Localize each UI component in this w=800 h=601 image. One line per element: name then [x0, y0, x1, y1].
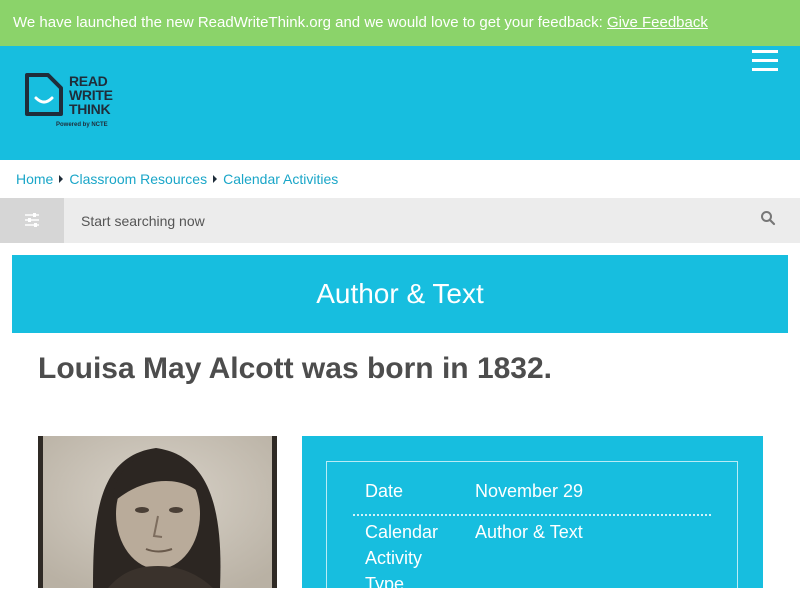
caret-right-icon — [59, 175, 64, 183]
activity-details-panel: Date November 29 Calendar Activity Type … — [302, 436, 763, 601]
breadcrumb-classroom-resources[interactable]: Classroom Resources — [69, 171, 207, 187]
site-header: READ WRITE THINK Powered by NCTE — [0, 46, 800, 160]
portrait-photo — [38, 436, 277, 588]
search-bar — [0, 198, 800, 243]
search-input[interactable] — [64, 198, 754, 243]
filter-button[interactable] — [0, 198, 64, 243]
activity-details-box: Date November 29 Calendar Activity Type … — [326, 461, 738, 601]
category-banner: Author & Text — [12, 255, 788, 333]
logo-word-think: THINK — [69, 101, 111, 117]
date-value: November 29 — [475, 481, 584, 501]
give-feedback-link[interactable]: Give Feedback — [607, 14, 708, 31]
sliders-icon — [25, 213, 39, 227]
search-button[interactable] — [760, 210, 778, 228]
breadcrumb: Home Classroom Resources Calendar Activi… — [0, 160, 800, 198]
logo-wordmark: READ WRITE THINK — [69, 74, 113, 116]
magnifier-icon — [761, 211, 776, 226]
activity-type-value: Author & Text — [475, 522, 583, 542]
feedback-banner: We have launched the new ReadWriteThink.… — [0, 0, 800, 46]
activity-type-label: Calendar Activity Type — [365, 522, 439, 594]
logo-word-write: WRITE — [69, 87, 113, 103]
details-divider — [353, 514, 711, 516]
date-label: Date — [365, 481, 404, 501]
logo-word-read: READ — [69, 73, 108, 89]
logo-powered-by: Powered by NCTE — [56, 122, 108, 128]
caret-right-icon — [213, 175, 218, 183]
page-title: Louisa May Alcott was born in 1832. — [38, 352, 553, 385]
logo-mark-icon — [25, 73, 63, 116]
breadcrumb-home[interactable]: Home — [16, 171, 53, 187]
breadcrumb-calendar-activities[interactable]: Calendar Activities — [223, 171, 338, 187]
hamburger-menu-icon[interactable] — [752, 50, 778, 72]
readwritethink-logo[interactable]: READ WRITE THINK Powered by NCTE — [22, 72, 132, 136]
louisa-may-alcott-portrait — [38, 436, 277, 588]
feedback-banner-message: We have launched the new ReadWriteThink.… — [13, 14, 603, 31]
